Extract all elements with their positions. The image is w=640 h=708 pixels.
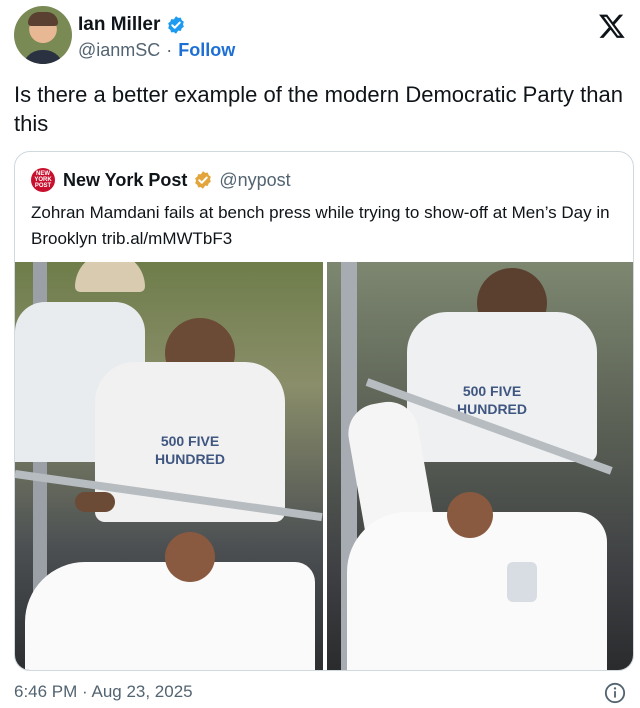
gold-verified-badge-icon [195, 171, 212, 189]
nypost-logo: NEW YORK POST [31, 168, 55, 192]
author-handle[interactable]: @ianmSC [78, 40, 160, 61]
sneaker [507, 562, 537, 602]
spotter-hand [75, 492, 115, 512]
quoted-author-name[interactable]: New York Post [63, 170, 187, 191]
handle-separator: · [166, 40, 173, 60]
tweet-timestamp[interactable]: 6:46 PM · Aug 23, 2025 [14, 682, 193, 702]
quoted-tweet[interactable]: NEW YORK POST New York Post @nypost Zohran… [14, 151, 634, 671]
tweet-header: Ian Miller @ianmSC · Follow [14, 6, 626, 66]
x-logo-icon[interactable] [598, 12, 626, 40]
author-name[interactable]: Ian Miller [78, 14, 160, 36]
avatar-hair [28, 12, 58, 26]
follow-button[interactable]: Follow [178, 40, 235, 61]
quoted-text: Zohran Mamdani fails at bench press whil… [31, 203, 610, 248]
lifter-shirt [25, 562, 315, 670]
info-icon[interactable] [604, 682, 626, 704]
photo-bench-press-2[interactable]: 500 FIVE HUNDRED [327, 262, 633, 670]
avatar-shirt [22, 50, 64, 64]
tweet-text: Is there a better example of the modern … [14, 82, 623, 136]
lifter-head [447, 492, 493, 538]
verified-badge-icon [168, 16, 185, 34]
photo-bench-press-1[interactable]: 500 FIVE HUNDRED [15, 262, 323, 670]
author-handle-row: @ianmSC · Follow [78, 40, 235, 61]
quoted-header: NEW YORK POST New York Post @nypost [31, 168, 291, 192]
hat [75, 262, 145, 292]
avatar[interactable] [14, 6, 72, 64]
quoted-photos: 500 FIVE HUNDRED 500 FIVE HUNDRED [15, 262, 633, 670]
quoted-author-handle[interactable]: @nypost [219, 170, 290, 191]
shirt-print: 500 FIVE HUNDRED [155, 433, 225, 467]
author-name-row: Ian Miller [78, 14, 186, 36]
lifter-head [165, 532, 215, 582]
